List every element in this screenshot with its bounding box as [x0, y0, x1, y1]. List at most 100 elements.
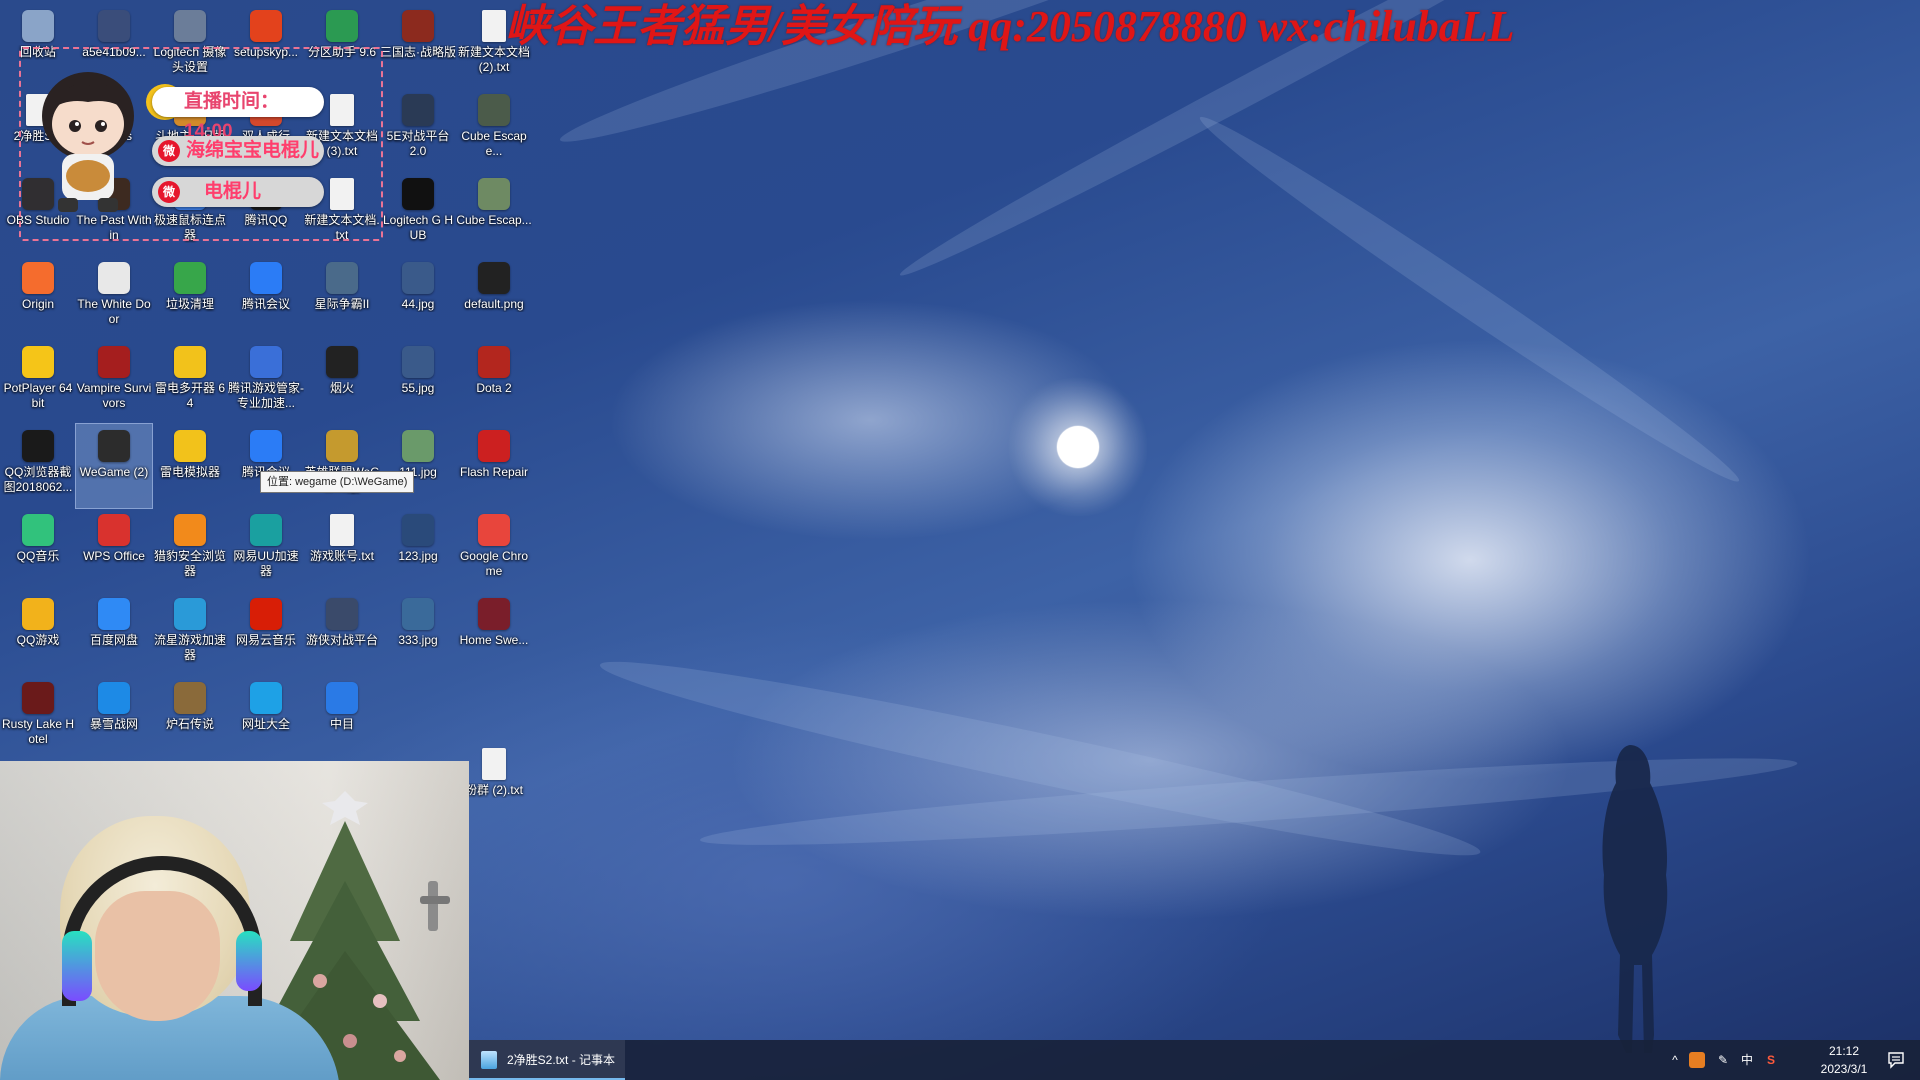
desktop-icon[interactable]: 游戏账号.txt: [304, 508, 380, 592]
image-file-icon: [402, 430, 434, 462]
text-file-icon: [482, 748, 506, 780]
desktop-icon[interactable]: 5E对战平台 2.0: [380, 88, 456, 172]
game-manager-icon: [250, 346, 282, 378]
desktop-icon[interactable]: 网易云音乐: [228, 592, 304, 676]
text-file-icon: [330, 514, 354, 546]
app-tray-icon[interactable]: [1689, 1052, 1705, 1068]
game-icon: [402, 10, 434, 42]
desktop-icon[interactable]: 腾讯会议: [228, 256, 304, 340]
desktop-icon-label: Origin: [21, 297, 54, 311]
action-center-icon[interactable]: [1887, 1051, 1905, 1069]
desktop-icon[interactable]: 炉石传说: [152, 676, 228, 760]
desktop-icon[interactable]: 123.jpg: [380, 508, 456, 592]
desktop-icon[interactable]: Logitech G HUB: [380, 172, 456, 256]
weibo-logo-icon: 微: [158, 181, 180, 203]
desktop-icon-label: Logitech G HUB: [382, 213, 454, 242]
desktop-icon-label: 5E对战平台 2.0: [386, 129, 450, 158]
desktop-icon[interactable]: 网易UU加速器: [228, 508, 304, 592]
desktop-icon[interactable]: Cube Escap...: [456, 172, 532, 256]
image-file-icon: [402, 346, 434, 378]
moon: [1057, 426, 1099, 468]
desktop-icon[interactable]: 游侠对战平台: [304, 592, 380, 676]
cleaner-icon: [174, 262, 206, 294]
desktop-icon[interactable]: 腾讯游戏管家-专业加速...: [228, 340, 304, 424]
desktop-icon[interactable]: Vampire Survivors: [76, 340, 152, 424]
desktop-icon[interactable]: Home Swe...: [456, 592, 532, 676]
potplayer-icon: [22, 346, 54, 378]
taskbar-clock[interactable]: 21:12 2023/3/1: [1804, 1042, 1884, 1078]
weibo-logo-icon: 微: [158, 140, 180, 162]
desktop-icon[interactable]: 111.jpg: [380, 424, 456, 508]
taskbar-item-notepad[interactable]: 2净胜S2.txt - 记事本: [469, 1040, 625, 1080]
qq-game-icon: [22, 598, 54, 630]
dota-icon: [478, 346, 510, 378]
desktop-icon-label: The White Door: [77, 297, 151, 326]
desktop-icon[interactable]: 星际争霸II: [304, 256, 380, 340]
sogou-input-icon[interactable]: S: [1763, 1052, 1779, 1068]
webcam-feed: [0, 761, 469, 1080]
desktop-icon[interactable]: 英雄联盟WeGame版: [304, 424, 380, 508]
desktop-icon[interactable]: QQ音乐: [0, 508, 76, 592]
girl-silhouette: [1602, 745, 1668, 1053]
desktop-icon-label: 游侠对战平台: [305, 633, 378, 647]
desktop-icon-label: QQ浏览器截图2018062...: [3, 465, 73, 494]
desktop-icon[interactable]: Dota 2: [456, 340, 532, 424]
hearthstone-icon: [174, 682, 206, 714]
desktop-icon[interactable]: 百度网盘: [76, 592, 152, 676]
desktop-icon[interactable]: 44.jpg: [380, 256, 456, 340]
desktop-icon[interactable]: Cube Escape...: [456, 88, 532, 172]
desktop-icon[interactable]: 雷电多开器 64: [152, 340, 228, 424]
image-file-icon: [478, 262, 510, 294]
weibo-handle-text-2: 电棍儿: [204, 181, 262, 202]
desktop-icon-label: 游戏账号.txt: [309, 549, 374, 563]
desktop-icon-label: 炉石传说: [165, 717, 214, 731]
pen-tray-icon[interactable]: ✎: [1715, 1052, 1731, 1068]
ime-language-indicator[interactable]: 中: [1739, 1052, 1755, 1068]
desktop-icon[interactable]: 暴雪战网: [76, 676, 152, 760]
text-file-icon: [482, 10, 506, 42]
desktop-icon[interactable]: Rusty Lake Hotel: [0, 676, 76, 760]
game-icon: [478, 178, 510, 210]
desktop-icon-label: Flash Repair: [459, 465, 529, 479]
weibo-handle-text: 海绵宝宝电棍儿: [186, 140, 320, 161]
desktop-icon[interactable]: PotPlayer 64 bit: [0, 340, 76, 424]
desktop-icon[interactable]: Flash Repair: [456, 424, 532, 508]
image-file-icon: [98, 10, 130, 42]
weibo-handle-badge-2: 微 电棍儿: [152, 177, 324, 207]
desktop-icon[interactable]: QQ游戏: [0, 592, 76, 676]
desktop-icon[interactable]: QQ浏览器截图2018062...: [0, 424, 76, 508]
show-hidden-icons-caret[interactable]: ^: [1667, 1052, 1683, 1068]
desktop-icon[interactable]: 烟火: [304, 340, 380, 424]
desktop-icon[interactable]: 垃圾清理: [152, 256, 228, 340]
desktop-icon-label: Google Chrome: [459, 549, 529, 578]
desktop-icon[interactable]: WeGame (2): [75, 423, 153, 509]
desktop-icon[interactable]: 333.jpg: [380, 592, 456, 676]
desktop-icon[interactable]: WPS Office: [76, 508, 152, 592]
desktop-icon-label: PotPlayer 64 bit: [3, 381, 73, 410]
desktop-icon-label: WPS Office: [83, 549, 145, 563]
desktop-icon[interactable]: The White Door: [76, 256, 152, 340]
recycle-bin-icon: [22, 10, 54, 42]
image-file-icon: [402, 262, 434, 294]
netease-music-icon: [250, 598, 282, 630]
desktop-icon-label: 333.jpg: [398, 633, 438, 647]
desktop-icon-label: WeGame (2): [79, 465, 149, 479]
desktop-icon[interactable]: 新建文本文档 (2).txt: [456, 4, 532, 88]
desktop-icon[interactable]: 三国志·战略版: [380, 4, 456, 88]
desktop-icon[interactable]: 腾讯会议: [228, 424, 304, 508]
desktop-icon[interactable]: 猎豹安全浏览器: [152, 508, 228, 592]
desktop-icon-label: default.png: [464, 297, 524, 311]
desktop-icon[interactable]: default.png: [456, 256, 532, 340]
wps-icon: [98, 514, 130, 546]
desktop-icon[interactable]: 55.jpg: [380, 340, 456, 424]
headset-right-cup: [236, 931, 262, 991]
app-icon: [326, 682, 358, 714]
desktop-icon[interactable]: Google Chrome: [456, 508, 532, 592]
desktop-icon[interactable]: 流星游戏加速器: [152, 592, 228, 676]
desktop-icon[interactable]: 网址大全: [228, 676, 304, 760]
notepad-icon: [481, 1051, 497, 1069]
emulator-icon: [174, 346, 206, 378]
desktop-icon[interactable]: Origin: [0, 256, 76, 340]
desktop-icon[interactable]: 雷电模拟器: [152, 424, 228, 508]
desktop-icon[interactable]: 中目: [304, 676, 380, 760]
